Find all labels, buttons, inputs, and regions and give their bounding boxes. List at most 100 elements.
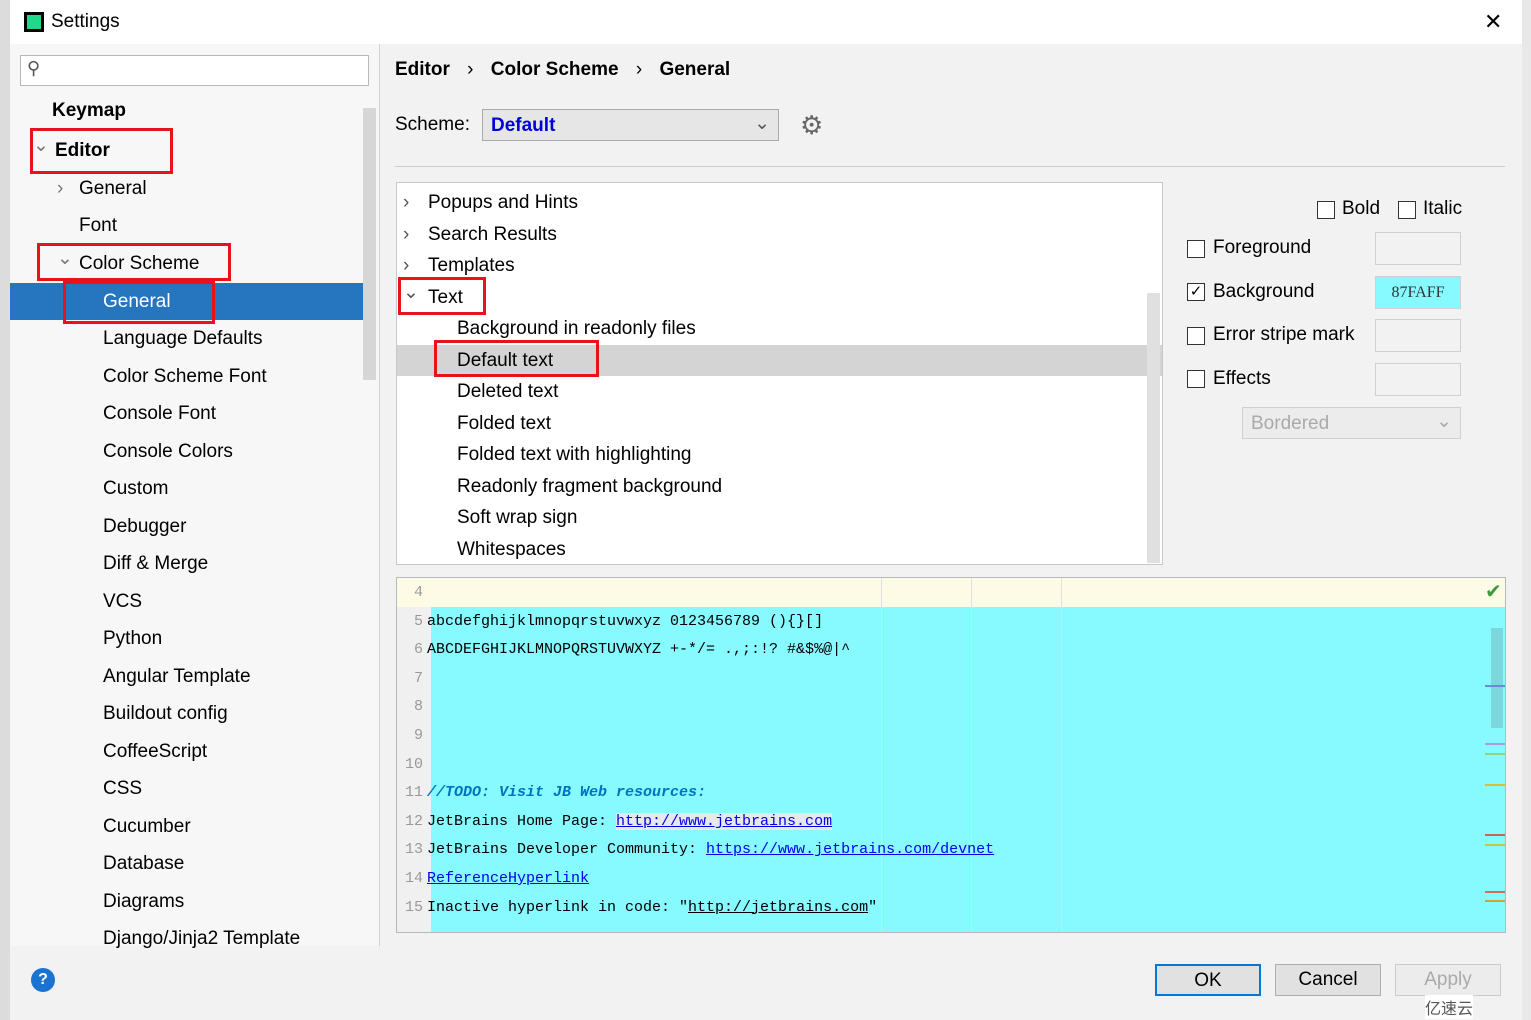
tree-item[interactable]: › Templates: [397, 250, 1162, 281]
sidebar-item-label: Database: [103, 853, 185, 874]
code-text: abcdefghijklmnopqrstuvwxyz 0123456789 ()…: [427, 612, 824, 630]
window-title: Settings: [51, 11, 120, 32]
background-checkbox[interactable]: ✓: [1187, 283, 1205, 301]
code-line: 11//TODO: Visit JB Web resources:: [397, 779, 706, 807]
code-line: 6 ABCDEFGHIJKLMNOPQRSTUVWXYZ +-*/= .,;:!?…: [397, 636, 850, 664]
preview-editor[interactable]: ✔ 4 5 abcdefghijklmnopqrstuvwxyz 012345678…: [396, 577, 1506, 933]
check-icon: ✔: [1485, 581, 1502, 603]
apply-button[interactable]: Apply: [1395, 964, 1501, 996]
italic-checkbox[interactable]: [1398, 201, 1416, 219]
sidebar-item[interactable]: CSS: [103, 770, 142, 807]
sidebar-item[interactable]: Python: [103, 620, 162, 657]
error-stripe-checkbox[interactable]: [1187, 327, 1205, 345]
scheme-select[interactable]: Default ⌄: [482, 109, 779, 141]
preview-scrollbar[interactable]: [1491, 628, 1503, 728]
foreground-swatch[interactable]: [1375, 232, 1461, 265]
sidebar-item[interactable]: Custom: [103, 470, 168, 507]
cancel-button[interactable]: Cancel: [1275, 964, 1381, 996]
right-margin-guide: [881, 578, 882, 932]
sidebar-item-label: Color Scheme Font: [103, 365, 267, 387]
error-stripe: [1485, 844, 1505, 846]
sidebar-item-label: Console Colors: [103, 440, 233, 462]
gear-icon[interactable]: ⚙: [800, 110, 823, 141]
sidebar-item[interactable]: Database: [103, 845, 184, 882]
sidebar-item[interactable]: Console Colors: [103, 433, 233, 470]
line-number: 7: [413, 669, 423, 687]
sidebar-item-label: Custom: [103, 478, 169, 499]
background-swatch[interactable]: 87FAFF: [1375, 276, 1461, 309]
sidebar-item[interactable]: Diagrams: [103, 883, 184, 920]
sidebar-item[interactable]: Font: [79, 207, 117, 244]
line-number: 8: [413, 698, 423, 716]
tree-scrollbar[interactable]: [1147, 293, 1160, 563]
code-line: 10: [397, 751, 427, 779]
line-number: 9: [413, 727, 423, 744]
tree-item[interactable]: Soft wrap sign: [397, 502, 1162, 533]
sidebar-item[interactable]: Diff & Merge: [103, 545, 208, 582]
breadcrumb-separator: ›: [635, 59, 643, 80]
sidebar-item[interactable]: Debugger: [103, 508, 186, 545]
chevron-right-icon[interactable]: ›: [57, 170, 63, 207]
close-icon[interactable]: ✕: [1484, 9, 1502, 35]
sidebar-item-label: Language Defaults: [103, 328, 263, 349]
bold-checkbox[interactable]: [1317, 201, 1335, 219]
sidebar-item[interactable]: Language Defaults: [103, 320, 263, 357]
tree-item[interactable]: › Popups and Hints: [397, 187, 1162, 218]
italic-label: Italic: [1423, 198, 1463, 219]
tree-item-label: Folded text: [457, 412, 551, 434]
code-link[interactable]: ReferenceHyperlink: [427, 870, 589, 887]
sidebar-item-label: VCS: [103, 590, 143, 612]
chevron-right-icon[interactable]: ›: [403, 187, 409, 218]
code-link[interactable]: https://www.jetbrains.com/devnet: [706, 841, 994, 858]
effects-label: Effects: [1213, 368, 1271, 389]
search-icon: ⚲: [27, 58, 41, 78]
search-input[interactable]: ⚲: [20, 55, 369, 86]
line-number: 5: [413, 612, 423, 630]
error-stripe: [1485, 743, 1505, 745]
tree-item[interactable]: › Search Results: [397, 219, 1162, 250]
breadcrumb-item[interactable]: Editor: [395, 59, 450, 80]
error-stripe-swatch[interactable]: [1375, 319, 1461, 352]
ok-button[interactable]: OK: [1155, 964, 1261, 996]
tree-item[interactable]: Readonly fragment background: [397, 471, 1162, 502]
tree-item-label: Soft wrap sign: [457, 507, 578, 528]
code-link[interactable]: http://www.jetbrains.com: [616, 812, 833, 830]
sidebar-item[interactable]: Color Scheme Font: [103, 358, 267, 395]
sidebar-scrollbar[interactable]: [363, 108, 376, 380]
foreground-checkbox[interactable]: [1187, 240, 1205, 258]
sidebar-item[interactable]: Angular Template: [103, 658, 251, 695]
background-label: Background: [1213, 281, 1315, 302]
watermark: 亿速云: [1425, 995, 1474, 1019]
sidebar-item[interactable]: Buildout config: [103, 695, 228, 732]
sidebar-item-label: CoffeeScript: [103, 740, 208, 762]
effects-type-select[interactable]: Bordered ⌄: [1242, 407, 1461, 439]
effects-checkbox[interactable]: [1187, 370, 1205, 388]
sidebar-item[interactable]: VCS: [103, 583, 142, 620]
tree-item[interactable]: ⌄ Text: [397, 282, 1162, 313]
breadcrumb: Editor › Color Scheme › General: [395, 59, 730, 81]
line-number: 13: [404, 841, 423, 859]
code-line: 5 abcdefghijklmnopqrstuvwxyz 0123456789 (…: [397, 608, 823, 636]
code-link[interactable]: http://jetbrains.com: [688, 899, 868, 916]
sidebar-item[interactable]: CoffeeScript: [103, 733, 207, 770]
sidebar-item[interactable]: Cucumber: [103, 808, 191, 845]
breadcrumb-item[interactable]: Color Scheme: [491, 59, 619, 80]
visual-guide: [971, 578, 972, 932]
tree-item[interactable]: Deleted text: [397, 376, 1162, 407]
breadcrumb-item[interactable]: General: [659, 59, 730, 80]
sidebar-item[interactable]: Keymap: [52, 92, 126, 129]
help-button[interactable]: ?: [31, 968, 55, 992]
sidebar-item[interactable]: Django/Jinja2 Template: [103, 920, 300, 957]
chevron-right-icon[interactable]: ›: [403, 219, 409, 250]
visual-guide: [1061, 578, 1062, 932]
sidebar-item[interactable]: › General: [57, 170, 147, 207]
tree-item[interactable]: Folded text: [397, 408, 1162, 439]
sidebar-item-label: Diff & Merge: [103, 553, 209, 574]
sidebar-item[interactable]: Console Font: [103, 395, 216, 432]
effects-swatch[interactable]: [1375, 363, 1461, 396]
sidebar-item-label: Keymap: [52, 100, 126, 121]
separator: [395, 166, 1505, 167]
code-text: Inactive hyperlink in code: ": [427, 898, 689, 916]
tree-item[interactable]: Folded text with highlighting: [397, 439, 1162, 470]
tree-item[interactable]: Whitespaces: [397, 534, 1162, 565]
